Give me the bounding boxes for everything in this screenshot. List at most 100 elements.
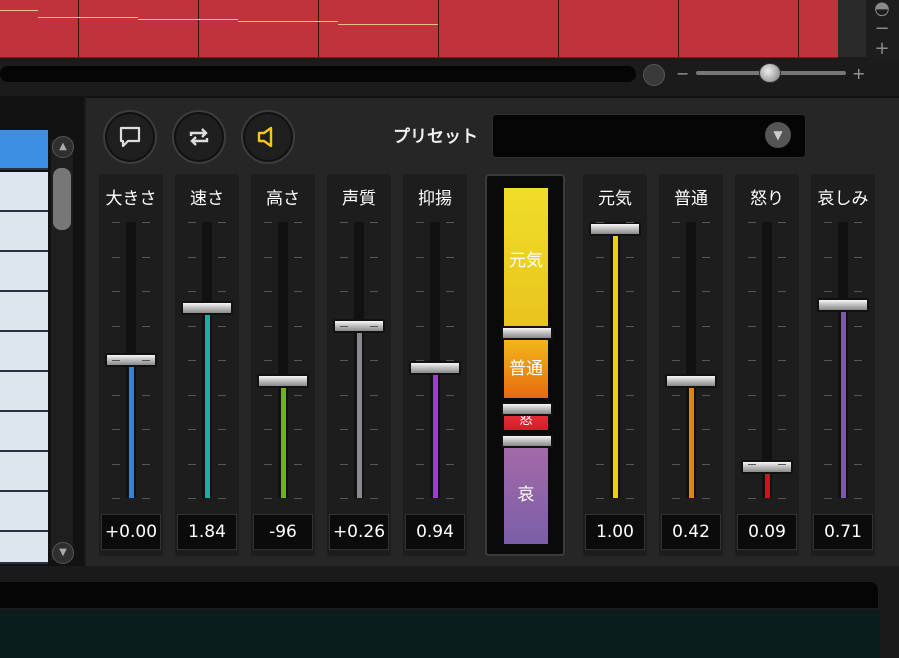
zoom-out-icon[interactable]: − <box>676 66 689 82</box>
chevron-down-icon[interactable]: ▼ <box>765 122 791 148</box>
slider-volume: 大きさ +0.00 <box>99 174 163 556</box>
slider-value[interactable]: 0.42 <box>661 514 721 550</box>
slider-tick <box>778 291 786 292</box>
emotion-segment-normal[interactable]: 普通 <box>504 340 548 398</box>
speaker-button[interactable] <box>241 110 295 164</box>
list-item[interactable] <box>0 252 48 292</box>
slider-knob[interactable] <box>409 361 461 375</box>
slider-tick <box>188 326 196 327</box>
slider-knob[interactable] <box>817 298 869 312</box>
slider-knob[interactable] <box>741 460 793 474</box>
slider-tick <box>340 222 348 223</box>
speech-button[interactable] <box>103 110 157 164</box>
slider-tick <box>748 222 756 223</box>
slider-tick <box>340 498 348 499</box>
slider-tick <box>446 326 454 327</box>
horizontal-scrollbar[interactable] <box>0 66 636 82</box>
slider-tick <box>824 326 832 327</box>
slider-tick <box>672 291 680 292</box>
slider-tick <box>340 464 348 465</box>
list-item[interactable] <box>0 372 48 412</box>
slider-tick <box>142 291 150 292</box>
slider-tick <box>778 326 786 327</box>
slider-value[interactable]: 0.09 <box>737 514 797 550</box>
slider-tick <box>218 395 226 396</box>
list-vscroll-thumb[interactable] <box>53 168 71 230</box>
slider-tick <box>370 429 378 430</box>
list-item[interactable] <box>0 292 48 332</box>
zoom-out-icon[interactable]: − <box>873 20 891 38</box>
slider-tick <box>264 222 272 223</box>
loop-button[interactable] <box>172 110 226 164</box>
timeline-track[interactable] <box>0 0 838 58</box>
scroll-right-icon[interactable] <box>643 64 665 86</box>
list-item[interactable] <box>0 172 48 212</box>
slider-knob[interactable] <box>589 222 641 236</box>
slider-tick <box>340 257 348 258</box>
slider-track[interactable] <box>762 222 772 498</box>
slider-tick <box>778 429 786 430</box>
emotion-slider-anger: 怒り 0.09 <box>735 174 799 556</box>
slider-tick <box>142 395 150 396</box>
slider-tick <box>672 429 680 430</box>
slider-tick <box>112 395 120 396</box>
slider-knob[interactable] <box>181 301 233 315</box>
slider-tick <box>748 291 756 292</box>
slider-tick <box>142 257 150 258</box>
emotion-divider-knob[interactable] <box>501 434 553 448</box>
list-item[interactable] <box>0 412 48 452</box>
slider-value[interactable]: 0.71 <box>813 514 873 550</box>
slider-value[interactable]: +0.26 <box>329 514 389 550</box>
emotion-segment-sadness[interactable]: 哀 <box>504 446 548 544</box>
scroll-down-icon[interactable]: ▼ <box>52 542 74 564</box>
slider-tick <box>294 291 302 292</box>
slider-tick <box>416 222 424 223</box>
slider-tick <box>672 395 680 396</box>
emotion-divider-knob[interactable] <box>501 402 553 416</box>
emotion-divider-knob[interactable] <box>501 326 553 340</box>
slider-tick <box>672 498 680 499</box>
slider-tick <box>370 395 378 396</box>
list-item[interactable] <box>0 452 48 492</box>
scroll-up-icon[interactable]: ▲ <box>52 136 74 158</box>
slider-tick <box>188 464 196 465</box>
slider-value[interactable]: 1.84 <box>177 514 237 550</box>
slider-tick <box>188 291 196 292</box>
slider-tick <box>416 464 424 465</box>
slider-tick <box>218 464 226 465</box>
slider-value[interactable]: +0.00 <box>101 514 161 550</box>
slider-value[interactable]: 0.94 <box>405 514 465 550</box>
slider-knob[interactable] <box>257 374 309 388</box>
zoom-in-icon[interactable]: + <box>873 40 891 58</box>
emotion-balance-stack: 元気 普通 怒 哀 <box>485 174 565 556</box>
speech-bubble-icon <box>119 126 141 148</box>
timeline-divider <box>798 0 799 57</box>
timeline-vscroll[interactable] <box>838 0 866 57</box>
slider-label: 大きさ <box>105 189 157 209</box>
slider-tick <box>370 464 378 465</box>
pitch-curve <box>138 19 238 20</box>
zoom-slider-knob[interactable] <box>759 63 781 83</box>
list-item[interactable] <box>0 492 48 532</box>
slider-tick <box>416 291 424 292</box>
scroll-up-icon[interactable]: ◓ <box>873 0 891 18</box>
preset-dropdown[interactable] <box>492 114 806 158</box>
slider-voice-quality: 声質 +0.26 <box>327 174 391 556</box>
slider-value[interactable]: 1.00 <box>585 514 645 550</box>
list-item-selected[interactable] <box>0 130 48 170</box>
timeline-divider <box>558 0 559 57</box>
slider-tick <box>294 360 302 361</box>
slider-value[interactable]: -96 <box>253 514 313 550</box>
slider-tick <box>446 395 454 396</box>
list-item[interactable] <box>0 332 48 372</box>
slider-tick <box>748 360 756 361</box>
emotion-segment-genki[interactable]: 元気 <box>504 188 548 334</box>
slider-knob[interactable] <box>665 374 717 388</box>
list-item[interactable] <box>0 212 48 252</box>
slider-tick <box>824 257 832 258</box>
list-item[interactable] <box>0 532 48 564</box>
slider-tick <box>854 222 862 223</box>
slider-tick <box>264 429 272 430</box>
zoom-in-icon[interactable]: + <box>852 66 865 82</box>
slider-tick <box>702 257 710 258</box>
